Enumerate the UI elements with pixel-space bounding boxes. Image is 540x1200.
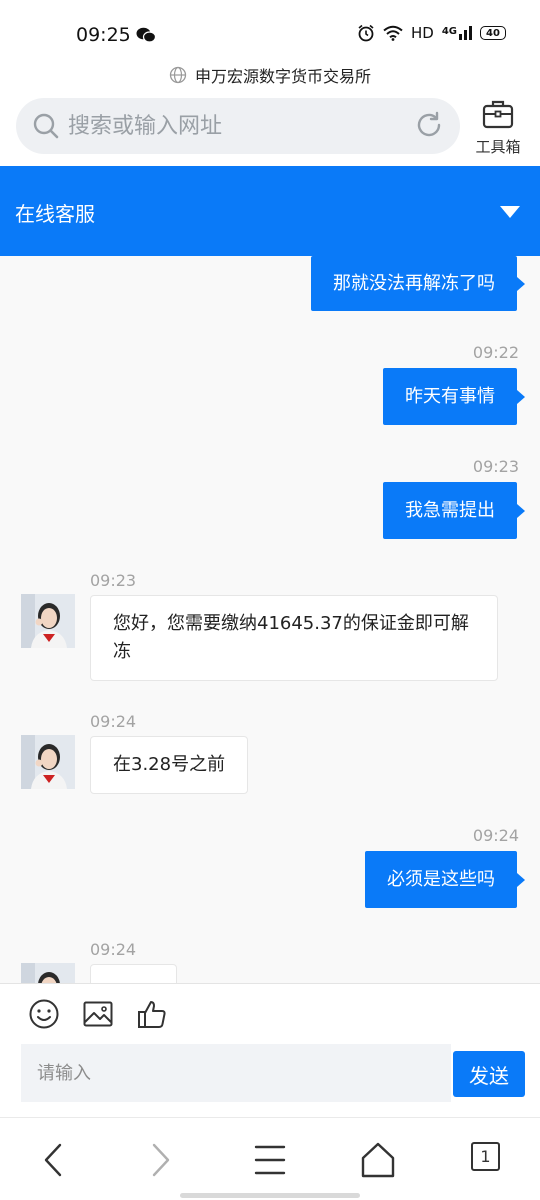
message-timestamp: 09:24 xyxy=(90,712,137,731)
search-icon xyxy=(33,113,59,139)
outgoing-message: 我急需提出 xyxy=(383,482,525,539)
agent-avatar xyxy=(21,594,75,648)
collapse-arrow-icon[interactable] xyxy=(500,206,520,218)
wechat-icon xyxy=(136,27,156,43)
status-bar: 09:25 HD 4G 40 xyxy=(0,0,540,58)
home-indicator xyxy=(180,1193,360,1198)
home-icon[interactable] xyxy=(360,1140,396,1180)
incoming-message: 您好，您需要缴纳41645.37的保证金即可解冻 xyxy=(90,595,498,681)
browser-nav-bar xyxy=(0,1117,540,1200)
status-time: 09:25 xyxy=(76,24,131,46)
message-list[interactable]: 那就没法再解冻了吗 09:22 昨天有事情 09:23 我急需提出 09:23 … xyxy=(0,256,540,983)
site-title-bar: 申万宏源数字货币交易所 xyxy=(0,62,540,88)
message-text: 昨天有事情 xyxy=(405,385,495,407)
globe-icon xyxy=(169,66,187,84)
emoji-icon[interactable] xyxy=(28,998,60,1030)
message-timestamp: 09:23 xyxy=(90,571,137,590)
address-input[interactable] xyxy=(68,110,398,142)
signal-icon: 4G xyxy=(442,26,472,40)
image-icon[interactable] xyxy=(82,998,114,1030)
message-composer: 发送 xyxy=(0,983,540,1117)
message-text: 我急需提出 xyxy=(405,499,495,521)
chat-header: 在线客服 xyxy=(0,166,540,256)
agent-avatar xyxy=(21,735,75,789)
battery-indicator: 40 xyxy=(480,26,506,40)
signal-label: 4G xyxy=(441,26,457,37)
incoming-message xyxy=(90,964,177,983)
message-timestamp: 09:24 xyxy=(472,826,519,845)
message-timestamp: 09:24 xyxy=(90,940,137,959)
outgoing-message: 那就没法再解冻了吗 xyxy=(311,256,525,311)
site-title: 申万宏源数字货币交易所 xyxy=(194,67,371,86)
send-button[interactable]: 发送 xyxy=(453,1051,525,1097)
status-icons: HD 4G 40 xyxy=(357,24,506,42)
wifi-icon xyxy=(383,25,403,41)
message-timestamp: 09:22 xyxy=(472,343,519,362)
tabs-button[interactable]: 1 xyxy=(471,1142,500,1171)
outgoing-message: 昨天有事情 xyxy=(383,368,525,425)
message-timestamp: 09:23 xyxy=(472,457,519,476)
refresh-icon[interactable] xyxy=(414,110,444,140)
message-text: 那就没法再解冻了吗 xyxy=(333,272,495,294)
outgoing-message: 必须是这些吗 xyxy=(365,851,525,908)
address-bar[interactable] xyxy=(16,98,460,154)
message-text: 必须是这些吗 xyxy=(387,868,495,890)
alarm-icon xyxy=(358,24,374,42)
agent-avatar xyxy=(21,963,75,983)
message-text: 您好，您需要缴纳41645.37的保证金即可解冻 xyxy=(113,613,469,662)
thumbs-up-icon[interactable] xyxy=(136,998,168,1030)
message-input[interactable] xyxy=(21,1044,451,1102)
toolbox-label: 工具箱 xyxy=(475,138,521,156)
message-text: 在3.28号之前 xyxy=(113,754,226,775)
toolbox-button[interactable]: 工具箱 xyxy=(470,98,526,158)
forward-icon[interactable] xyxy=(148,1140,174,1180)
toolbox-icon xyxy=(482,100,514,129)
network-label: HD xyxy=(410,24,434,42)
back-icon[interactable] xyxy=(40,1140,66,1180)
menu-icon[interactable] xyxy=(254,1140,286,1180)
chat-title: 在线客服 xyxy=(15,202,95,226)
incoming-message: 在3.28号之前 xyxy=(90,736,249,794)
